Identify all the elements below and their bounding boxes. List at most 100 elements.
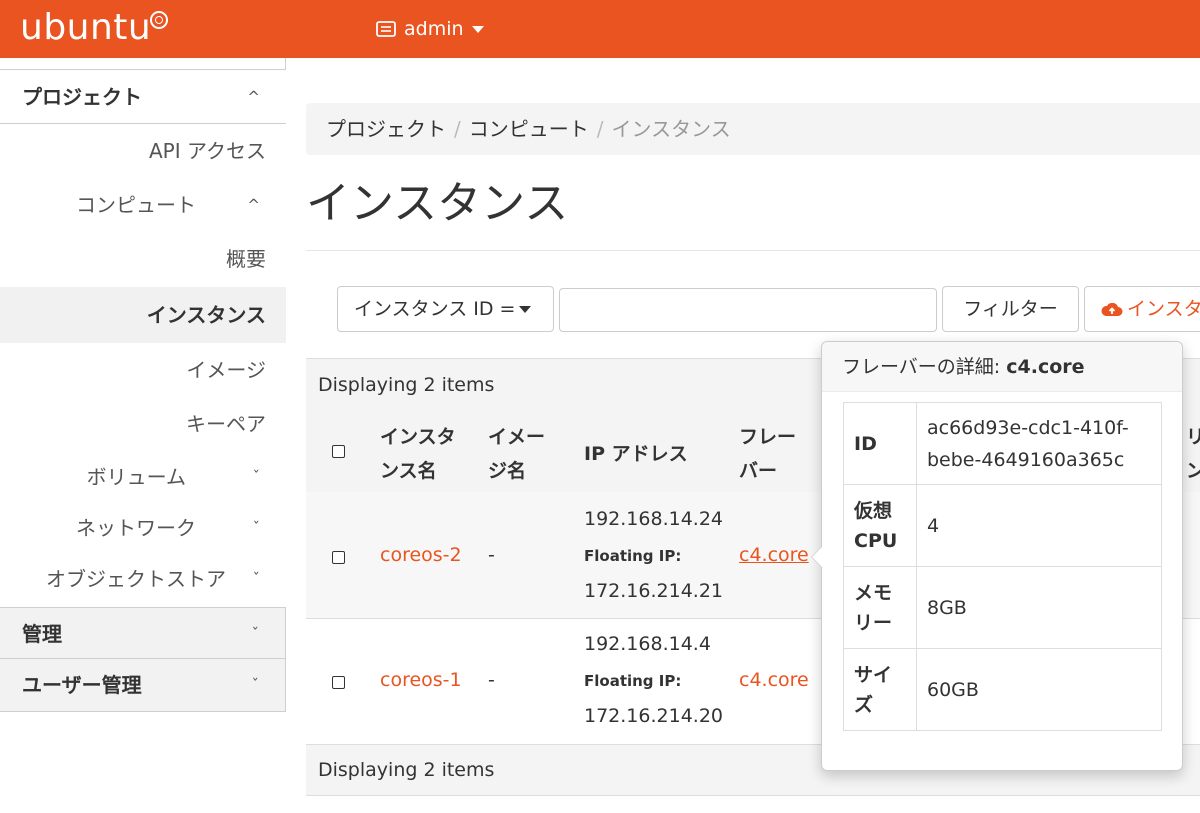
detail-value: 60GB (916, 648, 1162, 731)
flavor-details-table: ID ac66d93e-cdc1-410f-bebe-4649160a365c … (843, 402, 1162, 731)
top-navbar: ubuntu admin (0, 0, 1200, 58)
instance-name-link[interactable]: coreos-1 (380, 669, 462, 691)
sidebar-item-label: イメージ (186, 358, 266, 382)
flavor-detail-row: メモリー 8GB (843, 566, 1162, 649)
project-selector[interactable]: admin (376, 15, 484, 43)
detail-value: ac66d93e-cdc1-410f-bebe-4649160a365c (916, 402, 1162, 485)
popover-title: フレーバーの詳細: c4.core (822, 342, 1182, 392)
sidebar: プロジェクト ^ API アクセス コンピュート ^ 概要 インスタンス イメー… (0, 58, 286, 718)
chevron-down-icon: ˇ (252, 570, 261, 588)
sidebar-divider (0, 58, 286, 70)
column-header-flavor[interactable]: フレー バー (739, 420, 796, 488)
launch-instance-label: インスタンスの起動 (1127, 298, 1200, 320)
column-header-ip[interactable]: IP アドレス (584, 437, 688, 471)
chevron-up-icon: ^ (247, 196, 260, 214)
sidebar-section-identity[interactable]: ユーザー管理 ˇ (0, 659, 286, 712)
flavor-link[interactable]: c4.core (739, 544, 809, 566)
project-selector-label: admin (404, 18, 464, 40)
header-line: フレー (739, 426, 797, 448)
caret-down-icon (519, 306, 532, 313)
flavor-link[interactable]: c4.core (739, 669, 809, 691)
floating-ip: 172.16.214.20 (584, 705, 724, 727)
breadcrumb-separator: / (454, 117, 461, 141)
page-title: インスタンス (306, 178, 569, 229)
chevron-down-icon: ˇ (251, 625, 260, 643)
column-header-name[interactable]: インスタ ンス名 (380, 420, 456, 488)
detail-value: 8GB (916, 566, 1162, 649)
sidebar-section-admin[interactable]: 管理 ˇ (0, 607, 286, 659)
launch-instance-button[interactable]: インスタンスの起動 (1084, 286, 1200, 332)
header-line: ン (1186, 460, 1200, 482)
sidebar-group-label: ネットワーク (76, 516, 196, 540)
chevron-down-icon: ˇ (252, 468, 261, 486)
list-icon (376, 21, 396, 37)
key-line: 仮想 (854, 499, 893, 522)
ip-address: 192.168.14.24 (584, 508, 724, 530)
sidebar-group-volumes[interactable]: ボリューム ˇ (0, 452, 286, 502)
sidebar-group-label: コンピュート (76, 193, 196, 217)
sidebar-group-label: オブジェクトストア (46, 567, 226, 591)
sidebar-item-images[interactable]: イメージ (0, 343, 286, 397)
key-line: リー (854, 611, 893, 634)
filter-button[interactable]: フィルター (942, 286, 1079, 332)
chevron-down-icon: ˇ (251, 676, 260, 694)
key-line: ID (854, 432, 877, 455)
row-checkbox[interactable] (332, 551, 345, 564)
sidebar-item-keypairs[interactable]: キーペア (0, 397, 286, 451)
column-header-image[interactable]: イメー ジ名 (488, 420, 545, 488)
sidebar-group-label: ボリューム (86, 465, 186, 489)
circle-of-friends-icon (150, 11, 168, 29)
header-line: バー (739, 460, 778, 482)
popover-title-prefix: フレーバーの詳細: (842, 356, 1007, 378)
filter-field-dropdown[interactable]: インスタンス ID = (337, 286, 554, 332)
popover-title-flavor: c4.core (1006, 356, 1085, 378)
cloud-upload-icon (1101, 302, 1123, 316)
header-line: リ (1186, 426, 1200, 448)
sidebar-section-label: 管理 (22, 622, 62, 646)
instance-name-link[interactable]: coreos-2 (380, 544, 462, 566)
floating-ip: 172.16.214.21 (584, 580, 724, 602)
image-name: - (488, 544, 495, 566)
detail-key: ID (843, 402, 917, 485)
popover-arrow (811, 546, 822, 568)
detail-key: 仮想 CPU (843, 484, 917, 567)
sidebar-group-object-store[interactable]: オブジェクトストア ˇ (0, 554, 286, 604)
image-name: - (488, 669, 495, 691)
sidebar-group-network[interactable]: ネットワーク ˇ (0, 503, 286, 553)
key-line: サイ (854, 663, 893, 686)
sidebar-item-instances[interactable]: インスタンス (0, 287, 286, 343)
breadcrumb-project[interactable]: プロジェクト (326, 117, 446, 141)
key-line: メモ (854, 581, 893, 604)
title-divider (306, 250, 1200, 251)
value-line: ac66d93e-cdc1-410f- (927, 416, 1129, 439)
breadcrumb-compute[interactable]: コンピュート (469, 117, 589, 141)
select-all-checkbox[interactable] (332, 445, 345, 458)
flavor-detail-row: 仮想 CPU 4 (843, 484, 1162, 567)
sidebar-item-overview[interactable]: 概要 (0, 232, 286, 286)
breadcrumb-current: インスタンス (611, 117, 731, 141)
filter-input[interactable] (559, 288, 937, 332)
floating-ip-label: Floating IP: (584, 547, 682, 565)
value-line: bebe-4649160a365c (927, 448, 1125, 471)
filter-field-label: インスタンス ID = (354, 298, 516, 320)
header-line: イメー (488, 426, 546, 448)
ubuntu-logo[interactable]: ubuntu (20, 6, 151, 50)
sidebar-item-api-access[interactable]: API アクセス (0, 124, 286, 178)
sidebar-section-label: プロジェクト (22, 85, 142, 109)
sidebar-item-label: API アクセス (149, 139, 266, 163)
key-line: ズ (854, 693, 874, 716)
sidebar-section-project[interactable]: プロジェクト ^ (0, 70, 286, 124)
table-summary-bottom: Displaying 2 items (318, 759, 495, 781)
breadcrumb-separator: / (596, 117, 604, 141)
header-line: ンス名 (380, 460, 437, 482)
sidebar-item-label: インスタンス (146, 303, 266, 327)
column-header-clipped[interactable]: リ ン (1186, 420, 1200, 488)
sidebar-item-label: 概要 (226, 247, 266, 271)
row-checkbox[interactable] (332, 676, 345, 689)
sidebar-group-compute[interactable]: コンピュート ^ (0, 178, 286, 232)
ip-address: 192.168.14.4 (584, 633, 711, 655)
chevron-up-icon: ^ (247, 88, 260, 106)
caret-down-icon (471, 25, 484, 33)
sidebar-section-label: ユーザー管理 (22, 673, 142, 697)
floating-ip-label: Floating IP: (584, 672, 682, 690)
